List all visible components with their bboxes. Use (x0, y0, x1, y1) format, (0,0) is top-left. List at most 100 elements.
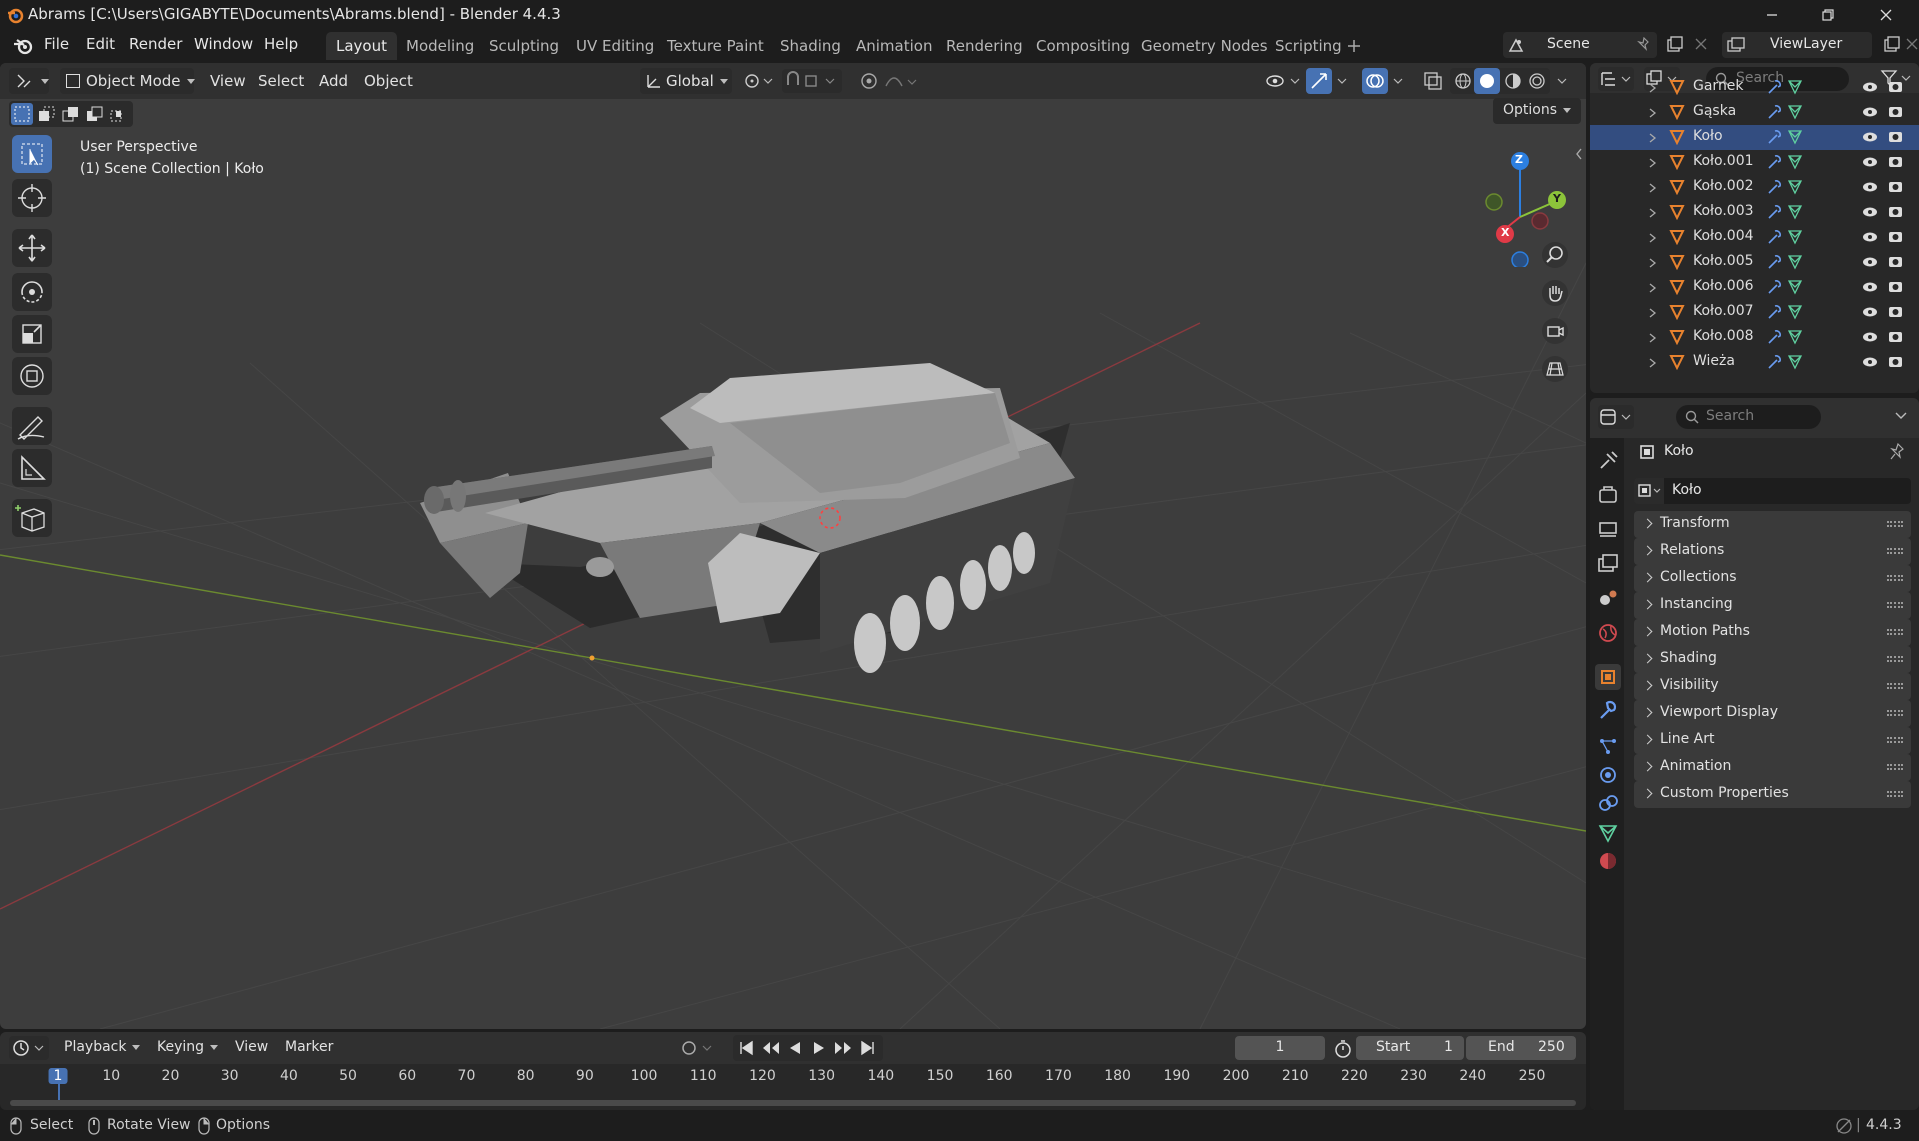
drag-handle-icon[interactable] (1887, 737, 1903, 743)
mode-selector[interactable]: Object Mode (60, 68, 195, 94)
outliner-item-koło-007[interactable]: Koło.007 (1590, 300, 1919, 325)
measure-tool[interactable] (12, 449, 52, 487)
viewport-menu-view[interactable]: View (204, 68, 252, 94)
gizmo-dropdown-icon[interactable] (1336, 77, 1348, 85)
select-box-tool[interactable] (12, 135, 52, 173)
gizmo-toggle[interactable] (1306, 68, 1332, 94)
minimize-icon[interactable] (1761, 4, 1783, 26)
panel-viewport-display[interactable]: Viewport Display (1634, 700, 1911, 727)
close-icon[interactable] (1875, 4, 1897, 26)
drag-handle-icon[interactable] (1887, 683, 1903, 689)
add-cube-tool[interactable] (12, 499, 52, 537)
overlays-dropdown-icon[interactable] (1392, 77, 1404, 85)
viewport-options-button[interactable]: Options (1493, 98, 1582, 124)
menu-window[interactable]: Window (194, 35, 253, 53)
tab-sculpting[interactable]: Sculpting (479, 32, 569, 60)
playhead-line[interactable] (58, 1084, 60, 1100)
move-tool[interactable] (12, 229, 52, 267)
new-scene-icon[interactable] (1666, 36, 1684, 54)
shading-mode-group[interactable] (1450, 68, 1550, 94)
pivot-point-icon[interactable] (744, 73, 774, 89)
outliner-item-garnek[interactable]: Garnek (1590, 75, 1919, 100)
menu-help[interactable]: Help (264, 35, 298, 53)
panel-visibility[interactable]: Visibility (1634, 673, 1911, 700)
outliner-item-koło-002[interactable]: Koło.002 (1590, 175, 1919, 200)
cursor-tool[interactable] (12, 179, 52, 217)
drag-handle-icon[interactable] (1887, 656, 1903, 662)
overlays-toggle[interactable] (1362, 68, 1388, 94)
rotate-tool[interactable] (12, 273, 52, 311)
panel-line-art[interactable]: Line Art (1634, 727, 1911, 754)
viewport-scene[interactable] (0, 63, 1586, 1029)
panel-collections[interactable]: Collections (1634, 565, 1911, 592)
scene-selector[interactable]: Scene (1503, 32, 1657, 58)
timeline-scrollbar[interactable] (10, 1100, 1576, 1106)
drag-handle-icon[interactable] (1887, 764, 1903, 770)
sidebar-toggle-icon[interactable] (1574, 147, 1584, 161)
tab-uv-editing[interactable]: UV Editing (566, 32, 664, 60)
panel-shading[interactable]: Shading (1634, 646, 1911, 673)
tab-modeling[interactable]: Modeling (396, 32, 484, 60)
tab-shading[interactable]: Shading (770, 32, 851, 60)
delete-scene-icon[interactable] (1695, 38, 1707, 50)
network-disabled-icon[interactable] (1835, 1117, 1853, 1135)
tab-rendering[interactable]: Rendering (936, 32, 1033, 60)
outliner-item-wieża[interactable]: Wieża (1590, 350, 1919, 375)
outliner-item-koło-003[interactable]: Koło.003 (1590, 200, 1919, 225)
transform-orientation-selector[interactable]: Global (640, 68, 732, 94)
outliner-item-gąska[interactable]: Gąska (1590, 100, 1919, 125)
viewport-menu-add[interactable]: Add (313, 68, 354, 94)
restore-icon[interactable] (1817, 4, 1839, 26)
drag-handle-icon[interactable] (1887, 575, 1903, 581)
add-workspace-icon[interactable] (1347, 39, 1361, 53)
panel-motion-paths[interactable]: Motion Paths (1634, 619, 1911, 646)
drag-handle-icon[interactable] (1887, 548, 1903, 554)
outliner-item-koło-008[interactable]: Koło.008 (1590, 325, 1919, 350)
drag-handle-icon[interactable] (1887, 521, 1903, 527)
new-viewlayer-icon[interactable] (1883, 36, 1901, 54)
tab-compositing[interactable]: Compositing (1026, 32, 1140, 60)
outliner-item-koło-005[interactable]: Koło.005 (1590, 250, 1919, 275)
drag-handle-icon[interactable] (1887, 629, 1903, 635)
panel-instancing[interactable]: Instancing (1634, 592, 1911, 619)
shading-dropdown-icon[interactable] (1556, 77, 1568, 85)
zoom-icon[interactable] (1541, 241, 1569, 269)
tab-texture-paint[interactable]: Texture Paint (657, 32, 774, 60)
tab-animation[interactable]: Animation (846, 32, 942, 60)
pin-icon[interactable] (1637, 37, 1651, 53)
camera-view-icon[interactable] (1541, 317, 1569, 345)
blender-menu-icon[interactable] (12, 36, 34, 56)
editor-type-selector[interactable] (9, 68, 49, 94)
xray-toggle-icon[interactable] (1423, 71, 1443, 91)
transform-tool[interactable] (12, 357, 52, 395)
outliner-item-koło-001[interactable]: Koło.001 (1590, 150, 1919, 175)
frame-ruler[interactable]: 1 10 20 30 40 50 60 70 80 90 100 110 120 130 140 150 160… (0, 1032, 1586, 1110)
viewlayer-selector[interactable]: ViewLayer (1722, 32, 1872, 58)
menu-edit[interactable]: Edit (86, 35, 115, 53)
drag-handle-icon[interactable] (1887, 710, 1903, 716)
viewport-menu-select[interactable]: Select (252, 68, 310, 94)
menu-file[interactable]: File (44, 35, 69, 53)
visibility-selector-icon[interactable] (1265, 72, 1301, 90)
panel-transform[interactable]: Transform (1634, 511, 1911, 538)
perspective-toggle-icon[interactable] (1541, 355, 1569, 383)
tab-layout[interactable]: Layout (326, 32, 397, 60)
3d-viewport[interactable]: Object Mode View Select Add Object Globa… (0, 63, 1586, 1029)
outliner-item-koło[interactable]: Koło (1590, 125, 1919, 150)
proportional-editing-icon[interactable] (860, 72, 920, 90)
snap-toggle[interactable] (782, 69, 842, 93)
pan-hand-icon[interactable] (1541, 279, 1569, 307)
scale-tool[interactable] (12, 315, 52, 353)
drag-handle-icon[interactable] (1887, 791, 1903, 797)
menu-render[interactable]: Render (129, 35, 182, 53)
panel-relations[interactable]: Relations (1634, 538, 1911, 565)
drag-handle-icon[interactable] (1887, 602, 1903, 608)
tab-scripting[interactable]: Scripting (1265, 32, 1352, 60)
viewport-menu-object[interactable]: Object (358, 68, 419, 94)
delete-viewlayer-icon[interactable] (1906, 38, 1918, 50)
select-mode-group[interactable] (9, 101, 133, 127)
annotate-tool[interactable] (12, 407, 52, 445)
outliner-item-koło-004[interactable]: Koło.004 (1590, 225, 1919, 250)
panel-custom-properties[interactable]: Custom Properties (1634, 781, 1911, 808)
tab-geometry-nodes[interactable]: Geometry Nodes (1131, 32, 1278, 60)
